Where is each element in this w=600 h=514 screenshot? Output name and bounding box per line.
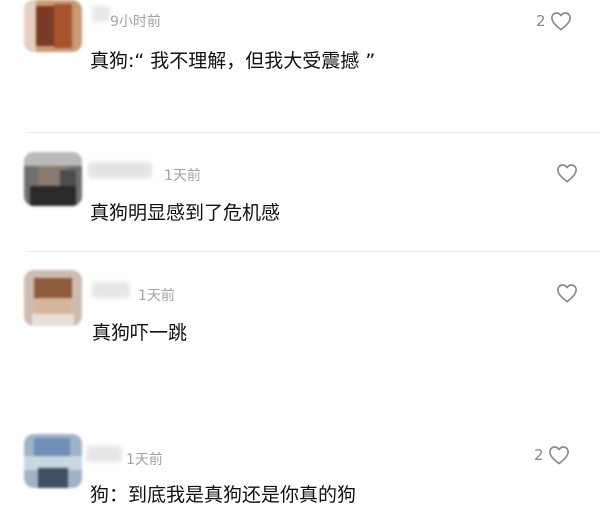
heart-outline-icon (548, 446, 569, 465)
like-button[interactable] (552, 283, 578, 303)
comment-time: 9小时前 (110, 14, 161, 30)
username-blurred[interactable] (92, 6, 110, 22)
like-button[interactable]: 2 (536, 11, 572, 31)
avatar[interactable] (24, 270, 82, 326)
username-blurred[interactable] (92, 282, 130, 298)
username-blurred[interactable] (86, 446, 122, 462)
like-button[interactable] (552, 163, 578, 183)
heart-outline-icon (557, 284, 577, 303)
avatar[interactable] (24, 0, 82, 52)
avatar[interactable] (24, 152, 82, 206)
comment-text[interactable]: 真狗:“ 我不理解，但我大受震撼 ” (90, 46, 375, 73)
comment-item: 9小时前 真狗:“ 我不理解，但我大受震撼 ” 2 (0, 0, 600, 130)
comment-text[interactable]: 狗：到底我是真狗还是你真的狗 (90, 480, 356, 507)
heart-outline-icon (557, 164, 577, 183)
comment-time: 1天前 (164, 168, 201, 184)
like-count: 2 (534, 446, 544, 464)
comment-time: 1天前 (138, 288, 175, 304)
divider (26, 251, 600, 252)
comment-item: 1天前 真狗吓一跳 (0, 258, 600, 408)
comment-time: 1天前 (126, 452, 163, 468)
like-button[interactable]: 2 (534, 445, 570, 465)
comment-text[interactable]: 真狗明显感到了危机感 (90, 198, 280, 225)
like-count: 2 (536, 12, 546, 30)
divider (26, 132, 600, 133)
comment-text[interactable]: 真狗吓一跳 (92, 318, 187, 345)
comment-item: 1天前 真狗明显感到了危机感 (0, 140, 600, 250)
username-blurred[interactable] (88, 162, 152, 178)
avatar[interactable] (24, 434, 82, 488)
comment-item: 1天前 狗：到底我是真狗还是你真的狗 2 (0, 420, 600, 514)
heart-outline-icon (550, 12, 571, 31)
